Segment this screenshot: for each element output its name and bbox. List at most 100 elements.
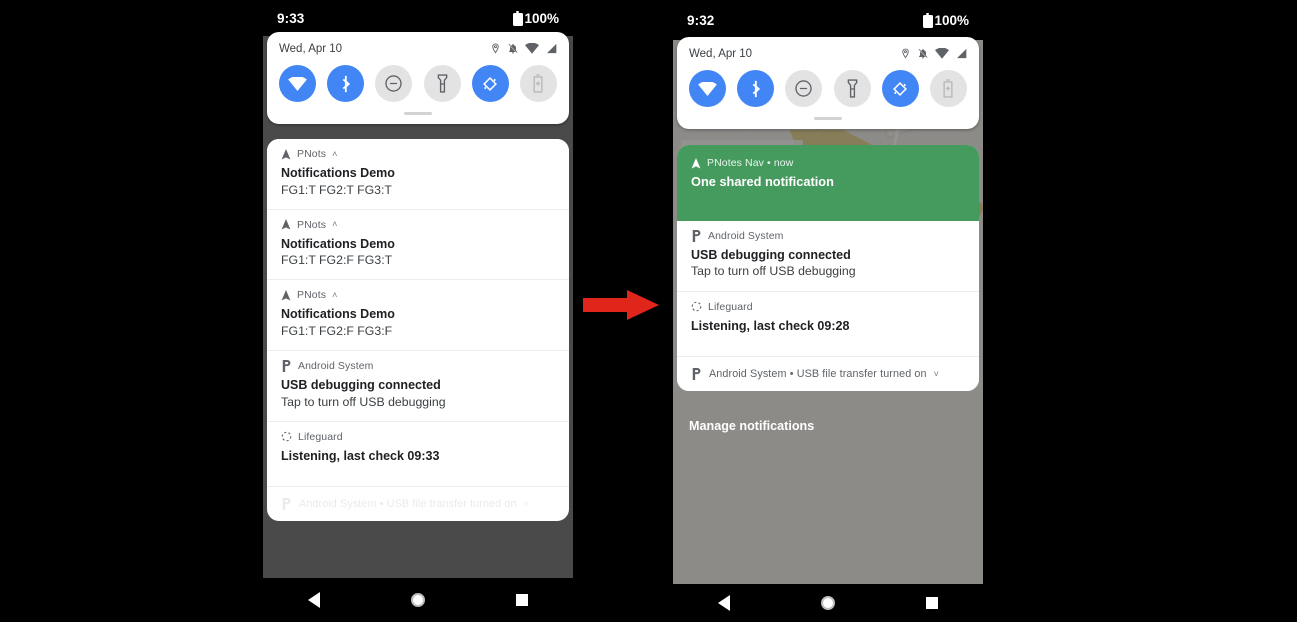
notification-header: PNots ˄ <box>281 219 555 231</box>
left-quick-settings-panel[interactable]: Wed, Apr 10 <box>267 32 569 124</box>
wifi-icon <box>525 43 539 54</box>
notification-title: Listening, last check 09:33 <box>281 448 440 463</box>
left-qs-drag-handle[interactable] <box>404 112 432 115</box>
notification-item[interactable]: Android System USB debugging connected T… <box>677 220 979 292</box>
recents-button[interactable] <box>515 594 528 606</box>
do-not-disturb-tile[interactable] <box>785 70 823 107</box>
right-status-bar: 9:32 100% <box>673 0 983 40</box>
left-nav-bar <box>263 578 573 622</box>
notification-app-name: Lifeguard <box>708 300 753 313</box>
notification-title: Notifications Demo <box>281 166 395 180</box>
phone-right-screen: Landings Dr Charleston n St ngstorff Goo… <box>673 0 983 584</box>
notification-text: FG1:T FG2:T FG3:T <box>281 182 392 197</box>
right-qs-date: Wed, Apr 10 <box>689 47 753 60</box>
notification-header: Android System <box>691 229 965 242</box>
right-battery-percent: 100% <box>934 12 969 28</box>
bluetooth-tile[interactable] <box>737 70 775 107</box>
notification-item[interactable]: PNots ˄ Notifications Demo FG1:T FG2:T F… <box>267 139 569 210</box>
left-qs-header: Wed, Apr 10 <box>267 32 569 57</box>
back-button[interactable] <box>718 595 731 611</box>
manage-notifications-button[interactable]: Manage notifications <box>689 419 814 433</box>
android-system-p-icon <box>691 229 702 242</box>
chevron-up-icon[interactable]: ˄ <box>332 290 337 300</box>
left-battery-percent: 100% <box>524 10 559 26</box>
home-button[interactable] <box>820 596 835 610</box>
notification-title: One shared notification <box>691 174 834 189</box>
bluetooth-tile[interactable] <box>327 65 365 102</box>
wifi-tile[interactable] <box>689 70 726 107</box>
android-system-p-icon <box>281 498 292 511</box>
chevron-up-icon[interactable]: ˄ <box>332 149 337 159</box>
location-pin-icon <box>900 47 911 60</box>
back-button[interactable] <box>308 592 321 608</box>
notification-footer-item[interactable]: Android System • USB file transfer turne… <box>267 487 569 522</box>
notification-text: FG1:T FG2:F FG3:F <box>281 323 393 338</box>
notification-app-name: Android System <box>298 360 374 373</box>
notification-text: Tap to turn off USB debugging <box>281 394 446 409</box>
android-system-p-icon <box>281 360 292 373</box>
notification-app-name: PNots <box>297 218 327 231</box>
notification-text: Tap to turn off USB debugging <box>691 264 856 279</box>
right-qs-drag-handle[interactable] <box>814 117 842 120</box>
navigation-arrow-icon <box>281 148 291 160</box>
battery-saver-tile[interactable] <box>929 70 967 107</box>
wifi-icon <box>935 48 949 59</box>
notification-item[interactable]: PNots ˄ Notifications Demo FG1:T FG2:F F… <box>267 209 569 281</box>
recents-button[interactable] <box>925 597 938 609</box>
left-qs-system-icons <box>490 42 557 55</box>
notification-app-name: Android System <box>708 229 784 242</box>
notifications-muted-icon <box>917 47 929 60</box>
phone-right: Landings Dr Charleston n St ngstorff Goo… <box>673 0 983 622</box>
notification-header: PNots ˄ <box>281 148 555 160</box>
wifi-tile[interactable] <box>279 65 316 102</box>
right-status-clock: 9:32 <box>687 12 715 28</box>
chevron-down-icon[interactable]: ˅ <box>934 369 939 379</box>
navigation-arrow-icon <box>281 219 291 230</box>
navigation-arrow-icon <box>691 157 701 169</box>
notification-title: USB debugging connected <box>281 378 441 393</box>
notification-footer-item[interactable]: Android System • USB file transfer turne… <box>677 357 979 392</box>
auto-rotate-tile[interactable] <box>881 70 919 107</box>
notification-item[interactable]: Lifeguard Listening, last check 09:33 <box>267 421 569 488</box>
notification-app-name: PNots <box>297 289 327 302</box>
notification-header: Android System <box>281 360 555 373</box>
lifeguard-icon <box>281 431 292 442</box>
battery-saver-tile[interactable] <box>519 65 557 102</box>
flashlight-tile[interactable] <box>833 70 871 107</box>
notification-app-name: PNots <box>297 148 327 160</box>
left-status-right: 100% <box>513 11 559 26</box>
lifeguard-icon <box>691 301 702 312</box>
notification-item[interactable]: Android System USB debugging connected T… <box>267 351 569 422</box>
notification-footer-label: Android System • USB file transfer turne… <box>299 498 517 511</box>
battery-icon <box>513 10 524 26</box>
signal-bars-icon <box>955 48 967 59</box>
notification-title: USB debugging connected <box>691 247 851 262</box>
notification-app-name: PNotes Nav • now <box>707 157 794 169</box>
notification-item[interactable]: PNots ˄ Notifications Demo FG1:T FG2:F F… <box>267 280 569 352</box>
notification-text: FG1:T FG2:F FG3:T <box>281 253 393 268</box>
notification-title: Notifications Demo <box>281 307 395 322</box>
notification-footer-label: Android System • USB file transfer turne… <box>709 368 927 381</box>
auto-rotate-tile[interactable] <box>471 65 509 102</box>
do-not-disturb-tile[interactable] <box>375 65 413 102</box>
notification-item[interactable]: Lifeguard Listening, last check 09:28 <box>677 291 979 358</box>
notification-title: Notifications Demo <box>281 236 395 251</box>
chevron-up-icon[interactable]: ˄ <box>332 220 337 229</box>
right-quick-settings-panel[interactable]: Wed, Apr 10 <box>677 37 979 129</box>
chevron-down-icon[interactable]: ˅ <box>524 499 529 509</box>
phone-left-screen: 9:33 100% Wed, Apr 10 PNots ˄ Notificati… <box>263 0 573 578</box>
notification-header: Lifeguard <box>691 301 965 313</box>
shared-notification-item[interactable]: PNotes Nav • now One shared notification <box>677 145 979 221</box>
right-qs-system-icons <box>900 47 967 60</box>
left-qs-tiles <box>267 57 569 106</box>
home-button[interactable] <box>410 593 425 607</box>
right-notification-shade: PNotes Nav • now One shared notification… <box>677 145 979 392</box>
left-status-clock: 9:33 <box>277 10 305 26</box>
phone-left: 9:33 100% Wed, Apr 10 PNots ˄ Notificati… <box>263 0 573 622</box>
right-nav-bar <box>673 584 983 622</box>
flashlight-tile[interactable] <box>423 65 461 102</box>
left-qs-date: Wed, Apr 10 <box>279 42 343 55</box>
navigation-arrow-icon <box>281 289 291 301</box>
left-status-bar: 9:33 100% <box>263 0 573 36</box>
screenshot-root: 9:33 100% Wed, Apr 10 PNots ˄ Notificati… <box>0 0 1297 622</box>
